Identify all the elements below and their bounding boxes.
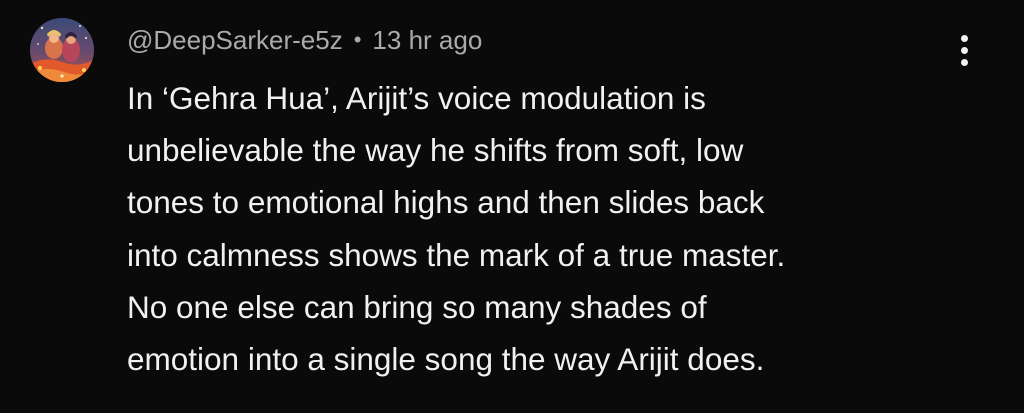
more-options-button[interactable] (944, 30, 984, 70)
more-vertical-icon (960, 34, 968, 42)
author-name[interactable]: @DeepSarker-e5z (127, 25, 343, 56)
comment-text-line: No one else can bring so many shades of (127, 288, 707, 325)
comment-header: @DeepSarker-e5z • 13 hr ago (127, 22, 482, 58)
comment-timestamp[interactable]: 13 hr ago (372, 25, 482, 56)
comment-text-line: unbelievable the way he shifts from soft… (127, 132, 744, 169)
comment-card: @DeepSarker-e5z • 13 hr ago In ‘Gehra Hu… (0, 0, 1024, 413)
more-vertical-icon-dot (960, 58, 968, 66)
comment-text-line: emotion into a single song the way Ariji… (127, 341, 765, 378)
avatar[interactable] (30, 18, 94, 82)
separator-dot: • (353, 27, 362, 52)
comment-text-line: In ‘Gehra Hua’, Arijit’s voice modulatio… (127, 80, 706, 116)
comment-text-line: tones to emotional highs and then slides… (127, 184, 765, 221)
comment-text-line: into calmness shows the mark of a true m… (127, 236, 786, 273)
more-vertical-icon-dot (960, 46, 968, 54)
comment-text: In ‘Gehra Hua’, Arijit’s voice modulatio… (127, 72, 957, 385)
avatar-image (30, 18, 94, 82)
